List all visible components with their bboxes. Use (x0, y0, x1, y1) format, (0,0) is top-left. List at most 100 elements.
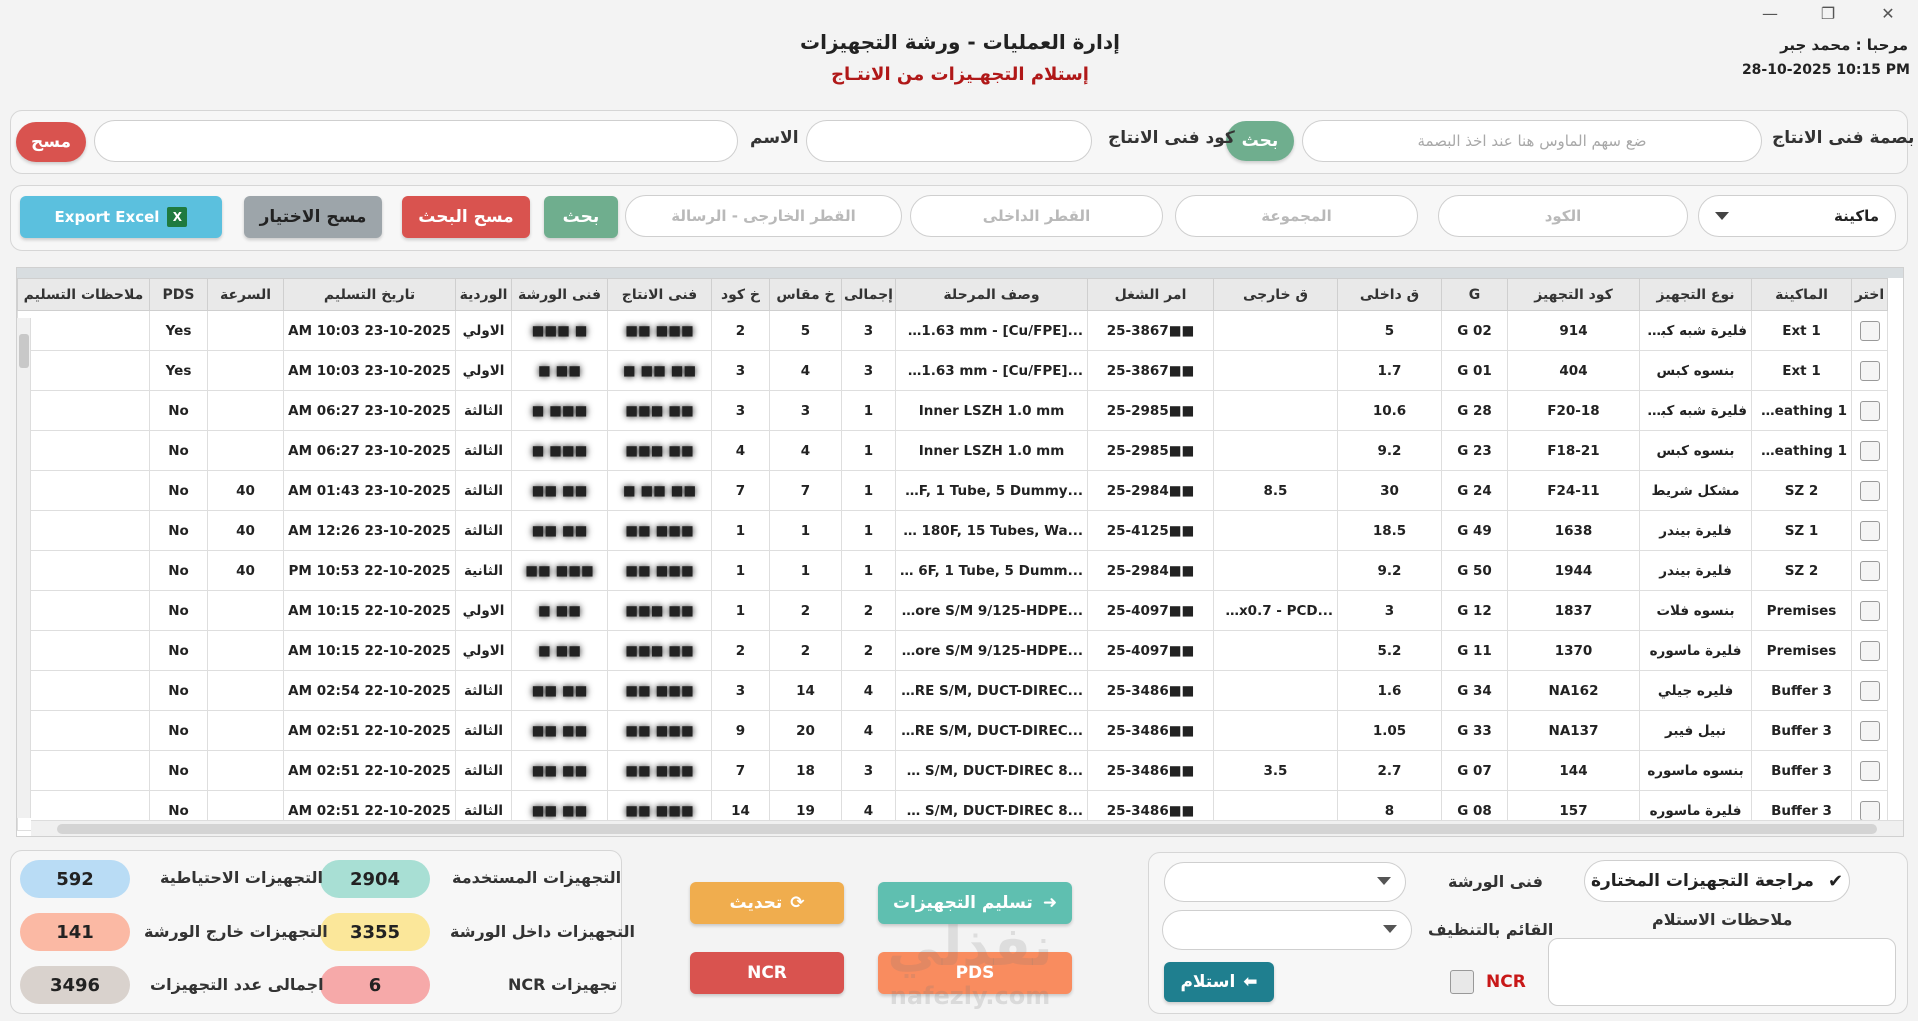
table-row[interactable]: Buffer 3 نبيل فيبر NA137 G 33 1.05 ■■25-3486.… (17, 710, 1888, 751)
table-row[interactable]: SZ 2فليرة بيندر1944G 509.2 ■■25-2984...SZ… (17, 550, 1888, 591)
cell-type: بنسوه كبس (1639, 350, 1752, 391)
table-row[interactable]: Ext 1 بنسوه كبس 404 G 01 1.7 ■■25-3867 ...1x1.… (17, 350, 1888, 391)
clear-search-button[interactable]: مسح البحث (402, 196, 530, 238)
row-checkbox[interactable] (1851, 590, 1888, 631)
cell-inner: 30 (1337, 470, 1442, 511)
column-header[interactable]: إجمالى (841, 278, 896, 311)
group-filter-input[interactable]: المجموعة (1175, 195, 1418, 237)
vertical-scrollbar[interactable] (17, 318, 31, 818)
column-header[interactable]: ق خارجى (1213, 278, 1338, 311)
column-header[interactable]: فنى الورشة (511, 278, 608, 311)
review-selected-button[interactable]: مراجعة التجهيزات المختارة ✔ (1584, 860, 1850, 902)
deliver-button[interactable]: تسليم التجهيزات ➜ (878, 882, 1072, 924)
cell-type: بنسوه فلات (1639, 590, 1752, 631)
refresh-button[interactable]: تحديث ⟳ (690, 882, 844, 924)
row-checkbox[interactable] (1851, 510, 1888, 551)
inner-diameter-input[interactable]: القطر الداخلى (910, 195, 1163, 237)
row-checkbox[interactable] (1851, 390, 1888, 431)
row-checkbox[interactable] (1851, 670, 1888, 711)
outer-diameter-input[interactable]: القطر الخارجى - الرسالة (625, 195, 902, 237)
column-header[interactable]: الماكينة (1751, 278, 1852, 311)
row-checkbox[interactable] (1851, 350, 1888, 391)
fingerprint-input[interactable]: ضع سهم الماوس هنا عند اخذ البصمة (1302, 120, 1762, 162)
table-row[interactable]: Buffer 3 بنسوه ماسوره 144 G 07 2.7 3.5 ■■25-34… (17, 750, 1888, 791)
cell-outer: ...3.0+2x0.7 - PCD (1213, 590, 1338, 631)
column-header[interactable]: ملاحظات التسليم (17, 278, 150, 311)
receive-label: استلام (1180, 972, 1236, 992)
name-input[interactable] (94, 120, 738, 162)
column-header[interactable]: تاريخ التسليم (283, 278, 456, 311)
filter-search-button[interactable]: بحث (544, 196, 618, 238)
column-header[interactable]: الوردية (455, 278, 512, 311)
row-checkbox[interactable] (1851, 630, 1888, 671)
table-row[interactable]: Premisesبنسوه فلات1837G 123...3.0+2x0.7 … (17, 590, 1888, 631)
cell-kcode: 3 (711, 670, 770, 711)
table-row[interactable]: SZ 2 مشكل شريط F24-11 G 24 30 8.5 ■■25-2984...… (17, 470, 1888, 511)
maximize-button[interactable]: ❐ (1808, 4, 1848, 23)
horizontal-scrollbar[interactable] (31, 820, 1903, 836)
receive-notes-textarea[interactable] (1548, 938, 1896, 1006)
column-header[interactable]: نوع التجهيز (1639, 278, 1752, 311)
cleaner-select[interactable] (1162, 910, 1412, 950)
column-header[interactable]: خ كود (711, 278, 770, 311)
cell-outer (1213, 390, 1338, 431)
cell-total: 3 (841, 350, 896, 391)
row-checkbox[interactable] (1851, 310, 1888, 351)
row-checkbox[interactable] (1851, 430, 1888, 471)
cell-inner: 2.7 (1337, 750, 1442, 791)
cell-type: فليرة شبه كبس (1639, 390, 1752, 431)
workshop-tech-select[interactable] (1164, 862, 1406, 902)
ncr-checkbox[interactable] (1450, 970, 1474, 994)
cell-notes (17, 390, 150, 431)
table-row[interactable]: Premises فليرة ماسوره 1370 G 11 5.2 ■■25-4097… (17, 630, 1888, 671)
column-header[interactable]: وصف المرحلة (895, 278, 1088, 311)
row-checkbox[interactable] (1851, 470, 1888, 511)
close-button[interactable]: ✕ (1868, 4, 1908, 23)
cell-kcode: 7 (711, 750, 770, 791)
table-row[interactable]: Sheathing 1 فليرة شبه كبس F20-18 G 28 10.6 ■■… (17, 390, 1888, 431)
cell-order: ■■25-2985 (1087, 430, 1214, 471)
table-row[interactable]: Ext 1 فليرة شبه كبس 914 G 02 5 ■■25-3867 ...1x… (17, 310, 1888, 351)
code-filter-input[interactable]: الكود (1438, 195, 1688, 237)
column-header[interactable]: PDS (149, 278, 208, 311)
export-excel-button[interactable]: Export Excel X (20, 196, 222, 238)
inside-label: التجهيزات داخل الورشة (450, 922, 635, 941)
cell-g: G 24 (1441, 470, 1508, 511)
cell-pds: No (149, 750, 208, 791)
cell-code: NA137 (1507, 710, 1640, 751)
table-row[interactable]: Buffer 3 فليره جيلي NA162 G 34 1.6 ■■25-3486.… (17, 670, 1888, 711)
tech-code-input[interactable] (806, 120, 1092, 162)
column-header[interactable]: كود التجهيز (1507, 278, 1640, 311)
cell-wtech: ■■■ ■ (511, 390, 608, 431)
total-count: 3496 (20, 966, 130, 1004)
clear-selection-button[interactable]: مسح الاختيار (244, 196, 382, 238)
ncr-button[interactable]: NCR (690, 952, 844, 994)
receive-button[interactable]: استلام ⬅ (1164, 962, 1274, 1002)
row-checkbox[interactable] (1851, 710, 1888, 751)
fingerprint-search-button[interactable]: بحث (1226, 121, 1294, 161)
table-row[interactable]: Sheathing 1 بنسوه كبس F18-21 G 23 9.2 ■■25-29… (17, 430, 1888, 471)
machine-select[interactable]: ماكينة (1698, 195, 1896, 237)
cell-pds: No (149, 630, 208, 671)
cell-size: 14 (769, 670, 842, 711)
cell-type: بنسوه ماسوره (1639, 750, 1752, 791)
column-header[interactable]: G (1441, 278, 1508, 311)
minimize-button[interactable]: — (1750, 4, 1790, 23)
column-header[interactable]: خ مقاس (769, 278, 842, 311)
column-header[interactable]: امر الشغل (1087, 278, 1214, 311)
column-header[interactable]: فنى الانتاج (607, 278, 712, 311)
pds-button[interactable]: PDS (878, 952, 1072, 994)
cell-type: فليرة بيندر (1639, 510, 1752, 551)
cell-wtech: ■ ■■■ (511, 310, 608, 351)
cell-inner: 3 (1337, 590, 1442, 631)
cell-total: 1 (841, 510, 896, 551)
row-checkbox[interactable] (1851, 750, 1888, 791)
table-row[interactable]: SZ 1فليرة بيندر1638G 4918.5 ■■25-4125...S… (17, 510, 1888, 551)
column-header[interactable]: اختر (1851, 278, 1888, 311)
row-checkbox[interactable] (1851, 550, 1888, 591)
column-header[interactable]: ق داخلى (1337, 278, 1442, 311)
clear-button[interactable]: مسح (16, 122, 86, 162)
column-header[interactable]: السرعة (207, 278, 284, 311)
cell-date: 22-10-2025 10:15 AM (283, 590, 456, 631)
cell-notes (17, 550, 150, 591)
